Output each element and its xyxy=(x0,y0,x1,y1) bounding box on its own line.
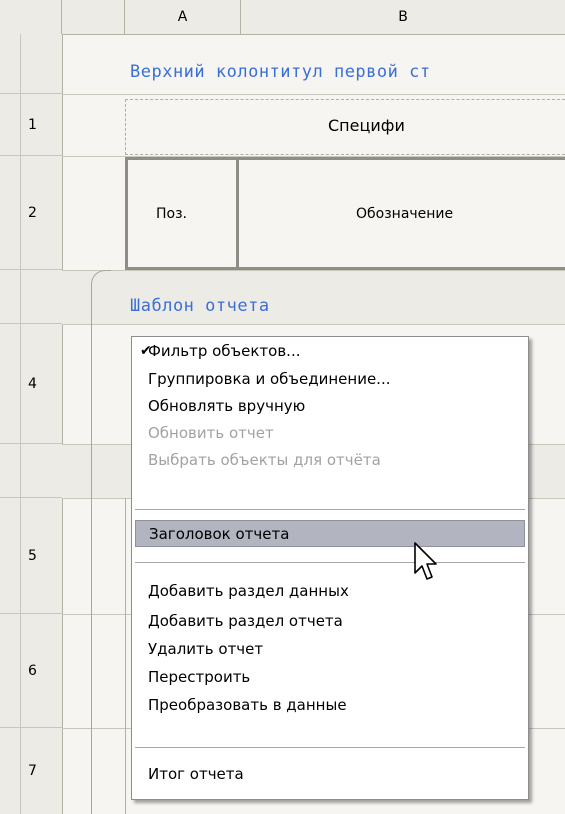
menu-item-label: Фильтр объектов... xyxy=(148,341,301,360)
menu-item-report-total[interactable]: Итог отчета xyxy=(135,760,525,787)
row-header-band-first-header[interactable] xyxy=(0,34,62,94)
context-menu: ✔ Фильтр объектов... Группировка и объед… xyxy=(131,336,529,800)
row-header-6[interactable]: 6 xyxy=(0,614,62,728)
cell-border xyxy=(125,498,126,814)
row-header-7[interactable]: 7 xyxy=(0,728,62,814)
menu-item-select-objects[interactable]: Выбрать объекты для отчёта xyxy=(135,446,525,473)
table-cell-pos[interactable]: Поз. xyxy=(156,206,187,222)
first-page-header-label[interactable]: Верхний колонтитул первой ст xyxy=(130,62,431,82)
row-header-4[interactable]: 4 xyxy=(0,324,62,444)
check-icon: ✔ xyxy=(140,342,152,359)
table-column-divider xyxy=(236,157,239,270)
menu-item-add-report-section[interactable]: Добавить раздел отчета xyxy=(135,607,525,634)
table-cell-designation[interactable]: Обозначение xyxy=(356,206,453,222)
menu-item-object-filter[interactable]: ✔ Фильтр объектов... xyxy=(135,337,525,364)
row-header-band-template[interactable] xyxy=(0,270,62,324)
menu-item-refresh-manually[interactable]: Обновлять вручную xyxy=(135,392,525,419)
row-header-column: 1 2 4 5 6 7 xyxy=(0,34,63,814)
column-header-b[interactable]: B xyxy=(241,0,565,34)
row-header-band-blank[interactable] xyxy=(0,444,62,498)
menu-item-delete-report[interactable]: Удалить отчет xyxy=(135,635,525,662)
menu-separator xyxy=(135,747,525,748)
row-header-2[interactable]: 2 xyxy=(0,156,62,270)
row-divider xyxy=(62,270,565,271)
arrow-cursor-icon xyxy=(414,542,437,580)
menu-item-grouping[interactable]: Группировка и объединение... xyxy=(135,365,525,392)
menu-item-refresh-report[interactable]: Обновить отчет xyxy=(135,419,525,446)
template-band-bracket xyxy=(91,270,111,814)
column-header-strip: A B xyxy=(0,0,565,35)
column-header-blank[interactable] xyxy=(62,0,125,34)
row-divider xyxy=(62,94,565,95)
menu-item-report-heading[interactable]: Заголовок отчета xyxy=(135,520,525,547)
menu-separator xyxy=(135,509,525,510)
row-header-1[interactable]: 1 xyxy=(0,94,62,156)
report-designer-sheet: A B 1 2 4 5 6 7 Верхний колонтитул перво… xyxy=(0,0,565,814)
header-cell-text: Специфи xyxy=(328,116,405,135)
row-header-5[interactable]: 5 xyxy=(0,498,62,614)
menu-item-convert-to-data[interactable]: Преобразовать в данные xyxy=(135,691,525,718)
menu-separator xyxy=(135,562,525,563)
table-header-row[interactable] xyxy=(125,157,565,270)
row-divider xyxy=(62,324,565,325)
corner-cell[interactable] xyxy=(0,0,62,34)
column-header-a[interactable]: A xyxy=(125,0,241,34)
report-template-label[interactable]: Шаблон отчета xyxy=(130,296,270,316)
menu-item-rebuild[interactable]: Перестроить xyxy=(135,663,525,690)
menu-item-add-data-section[interactable]: Добавить раздел данных xyxy=(135,577,525,604)
